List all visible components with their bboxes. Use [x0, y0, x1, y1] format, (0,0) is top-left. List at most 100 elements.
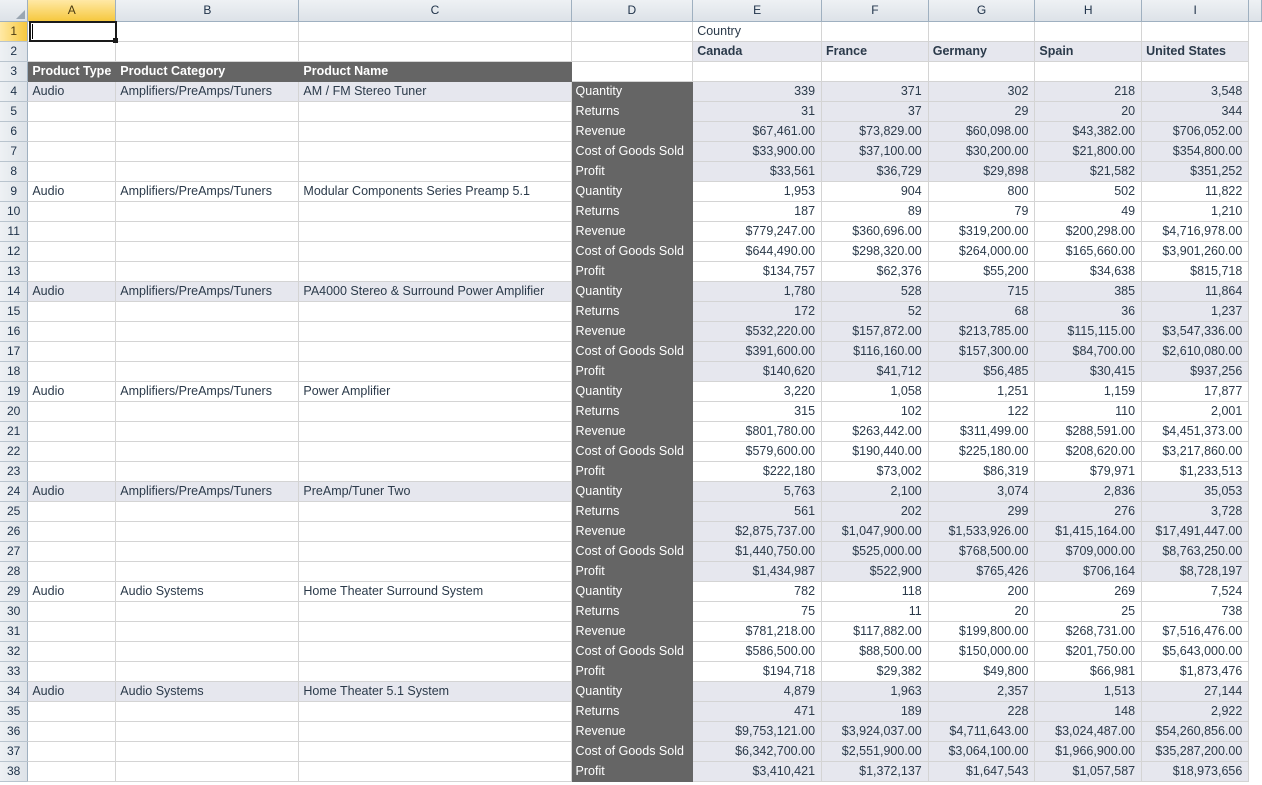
row-header-21[interactable]: 21	[0, 421, 29, 442]
cell-empty-b[interactable]	[115, 701, 300, 722]
cell-empty-a[interactable]	[27, 701, 117, 722]
value-cell[interactable]: 79	[928, 201, 1036, 222]
table-row[interactable]: 13 Profit $134,757 $62,376 $55,200 $34,638 $81…	[0, 261, 1262, 282]
cell-i1[interactable]	[1141, 21, 1250, 42]
cell-product-category[interactable]: Amplifiers/PreAmps/Tuners	[115, 181, 300, 202]
value-cell[interactable]: $1,873,476	[1141, 661, 1250, 682]
cell-empty-b[interactable]	[115, 141, 300, 162]
cell-partial-column-j[interactable]	[1248, 601, 1262, 621]
cell-partial-column-j[interactable]	[1248, 621, 1262, 641]
cell-empty-a[interactable]	[27, 661, 117, 682]
cell-empty-a[interactable]	[27, 121, 117, 142]
value-cell[interactable]: 3,728	[1141, 501, 1250, 522]
value-cell[interactable]: $937,256	[1141, 361, 1250, 382]
value-cell[interactable]: 782	[692, 581, 823, 602]
cell-product-category[interactable]: Amplifiers/PreAmps/Tuners	[115, 381, 300, 402]
cell-partial-column-j[interactable]	[1248, 421, 1262, 441]
value-cell[interactable]: $140,620	[692, 361, 823, 382]
measure-label-revenue[interactable]: Revenue	[571, 121, 694, 142]
table-row[interactable]: 32 Cost of Goods Sold $586,500.00 $88,500.0…	[0, 641, 1262, 662]
value-cell[interactable]: $1,440,750.00	[692, 541, 823, 562]
cell-partial-column-j[interactable]	[1248, 181, 1262, 201]
value-cell[interactable]: $199,800.00	[928, 621, 1036, 642]
column-header-d[interactable]: D	[571, 0, 694, 22]
cell-empty-c[interactable]	[298, 241, 572, 262]
value-cell[interactable]: 202	[821, 501, 929, 522]
spreadsheet-canvas[interactable]: A B C D E F G H I 1 Country 2 Canada France G…	[0, 0, 1262, 785]
table-row[interactable]: 12 Cost of Goods Sold $644,490.00 $298,320.…	[0, 241, 1262, 262]
measure-label-cost-of-goods-sold[interactable]: Cost of Goods Sold	[571, 741, 694, 762]
measure-label-revenue[interactable]: Revenue	[571, 321, 694, 342]
measure-label-cost-of-goods-sold[interactable]: Cost of Goods Sold	[571, 341, 694, 362]
value-cell[interactable]: $391,600.00	[692, 341, 823, 362]
row-header-18[interactable]: 18	[0, 361, 29, 382]
value-cell[interactable]: $208,620.00	[1034, 441, 1143, 462]
value-cell[interactable]: 172	[692, 301, 823, 322]
measure-label-returns[interactable]: Returns	[571, 701, 694, 722]
cell-empty-c[interactable]	[298, 621, 572, 642]
row-header-9[interactable]: 9	[0, 181, 29, 202]
cell-empty-c[interactable]	[298, 361, 572, 382]
cell-partial-column-j[interactable]	[1248, 321, 1262, 341]
value-cell[interactable]: 315	[692, 401, 823, 422]
cell-empty-b[interactable]	[115, 241, 300, 262]
value-cell[interactable]: $3,924,037.00	[821, 721, 929, 742]
cell-partial-column-j[interactable]	[1248, 561, 1262, 581]
cell-partial-column-j[interactable]	[1248, 161, 1262, 181]
value-cell[interactable]: 800	[928, 181, 1036, 202]
cell-c2[interactable]	[298, 41, 572, 62]
cell-product-name[interactable]: PA4000 Stereo & Surround Power Amplifier	[298, 281, 572, 302]
value-cell[interactable]: $134,757	[692, 261, 823, 282]
cell-empty-c[interactable]	[298, 441, 572, 462]
cell-empty-a[interactable]	[27, 641, 117, 662]
value-cell[interactable]: 2,836	[1034, 481, 1143, 502]
cell-partial-column-j[interactable]	[1248, 101, 1262, 121]
value-cell[interactable]: $30,415	[1034, 361, 1143, 382]
cell-empty-b[interactable]	[115, 161, 300, 182]
column-header-g[interactable]: G	[928, 0, 1036, 22]
row-header-28[interactable]: 28	[0, 561, 29, 582]
cell-product-type[interactable]: Audio	[27, 81, 117, 102]
column-header-i[interactable]: I	[1141, 0, 1250, 22]
value-cell[interactable]: $706,052.00	[1141, 121, 1250, 142]
cell-product-category[interactable]: Amplifiers/PreAmps/Tuners	[115, 81, 300, 102]
cell-product-category[interactable]: Audio Systems	[115, 581, 300, 602]
cell-measure-col-3[interactable]	[1034, 61, 1143, 82]
value-cell[interactable]: 471	[692, 701, 823, 722]
column-header-row[interactable]: A B C D E F G H I	[0, 0, 1262, 22]
value-cell[interactable]: $7,516,476.00	[1141, 621, 1250, 642]
table-row[interactable]: 24 Audio Amplifiers/PreAmps/Tuners PreAmp/T…	[0, 481, 1262, 502]
value-cell[interactable]: 36	[1034, 301, 1143, 322]
cell-empty-c[interactable]	[298, 261, 572, 282]
row-header-19[interactable]: 19	[0, 381, 29, 402]
value-cell[interactable]: $66,981	[1034, 661, 1143, 682]
country-header-france[interactable]: France	[821, 41, 929, 62]
value-cell[interactable]: $21,582	[1034, 161, 1143, 182]
cell-empty-b[interactable]	[115, 761, 300, 782]
cell-empty-c[interactable]	[298, 421, 572, 442]
cell-partial-column-j[interactable]	[1248, 221, 1262, 241]
cell-partial-column-j[interactable]	[1248, 741, 1262, 761]
value-cell[interactable]: $781,218.00	[692, 621, 823, 642]
table-row[interactable]: 18 Profit $140,620 $41,712 $56,485 $30,415 $93…	[0, 361, 1262, 382]
value-cell[interactable]: 31	[692, 101, 823, 122]
value-cell[interactable]: 49	[1034, 201, 1143, 222]
cell-empty-b[interactable]	[115, 101, 300, 122]
value-cell[interactable]: $54,260,856.00	[1141, 721, 1250, 742]
cell-product-type[interactable]: Audio	[27, 281, 117, 302]
value-cell[interactable]: $56,485	[928, 361, 1036, 382]
value-cell[interactable]: $84,700.00	[1034, 341, 1143, 362]
table-row[interactable]: 33 Profit $194,718 $29,382 $49,800 $66,981 $1,…	[0, 661, 1262, 682]
value-cell[interactable]: 228	[928, 701, 1036, 722]
value-cell[interactable]: $62,376	[821, 261, 929, 282]
value-cell[interactable]: $779,247.00	[692, 221, 823, 242]
value-cell[interactable]: 738	[1141, 601, 1250, 622]
value-cell[interactable]: $2,610,080.00	[1141, 341, 1250, 362]
value-cell[interactable]: $3,064,100.00	[928, 741, 1036, 762]
table-row[interactable]: 14 Audio Amplifiers/PreAmps/Tuners PA4000 S…	[0, 281, 1262, 302]
cell-empty-c[interactable]	[298, 161, 572, 182]
cell-partial-column-j[interactable]	[1248, 241, 1262, 261]
table-row[interactable]: 34 Audio Audio Systems Home Theater 5.1 Sys…	[0, 681, 1262, 702]
cell-empty-c[interactable]	[298, 641, 572, 662]
cell-empty-a[interactable]	[27, 521, 117, 542]
